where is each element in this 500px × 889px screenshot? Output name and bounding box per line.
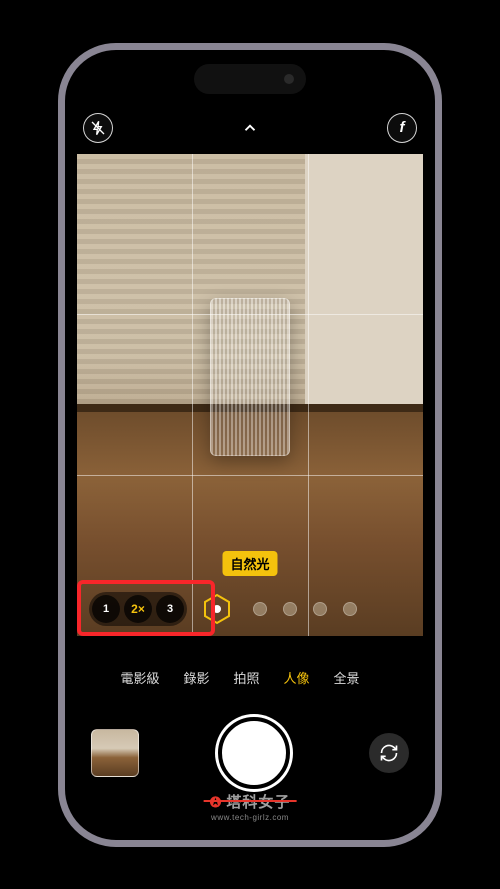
- watermark-strikethrough: [204, 800, 297, 802]
- watermark: ✪塔科女子 www.tech-girlz.com: [210, 791, 291, 822]
- scene-glass-object: [210, 298, 290, 456]
- camera-mode-selector[interactable]: 電影級 錄影 拍照 人像 全景: [65, 666, 435, 690]
- f-number-toggle[interactable]: f: [387, 113, 417, 143]
- watermark-url: www.tech-girlz.com: [211, 813, 289, 822]
- camera-flip-button[interactable]: [369, 733, 409, 773]
- annotation-highlight-box: [77, 580, 215, 636]
- lighting-options[interactable]: [253, 602, 357, 616]
- mode-portrait[interactable]: 人像: [284, 668, 310, 687]
- controls-expand-toggle[interactable]: [235, 113, 265, 143]
- grid-line: [77, 475, 423, 476]
- mode-cinematic[interactable]: 電影級: [120, 668, 159, 687]
- grid-line: [77, 314, 423, 315]
- chevron-up-icon: [241, 119, 259, 137]
- mode-pano[interactable]: 全景: [334, 668, 360, 687]
- grid-line: [192, 154, 193, 636]
- shutter-button[interactable]: [218, 717, 290, 789]
- last-photo-thumbnail[interactable]: [91, 729, 139, 777]
- lighting-option-dot[interactable]: [313, 602, 327, 616]
- scene-wall: [305, 154, 423, 405]
- front-camera-dot: [284, 74, 294, 84]
- lighting-option-dot[interactable]: [343, 602, 357, 616]
- lighting-option-dot[interactable]: [283, 602, 297, 616]
- flash-toggle[interactable]: [83, 113, 113, 143]
- watermark-brand-text: 塔科女子: [226, 794, 290, 811]
- f-label: f: [400, 119, 405, 136]
- flash-off-icon: [90, 120, 106, 136]
- dynamic-island: [194, 64, 306, 94]
- grid-line: [308, 154, 309, 636]
- camera-viewfinder[interactable]: 自然光 1 2× 3: [77, 154, 423, 636]
- mode-video[interactable]: 錄影: [183, 668, 209, 687]
- camera-top-controls: f: [65, 106, 435, 150]
- iphone-frame: f 自然光 1 2× 3: [58, 43, 442, 847]
- lighting-option-dot[interactable]: [253, 602, 267, 616]
- watermark-brand: ✪塔科女子: [210, 791, 291, 812]
- mode-photo[interactable]: 拍照: [233, 668, 259, 687]
- viewfinder-bottom-controls: 1 2× 3: [77, 590, 423, 628]
- camera-flip-icon: [379, 743, 399, 763]
- camera-bottom-controls: [65, 708, 435, 798]
- lighting-mode-badge: 自然光: [222, 551, 277, 576]
